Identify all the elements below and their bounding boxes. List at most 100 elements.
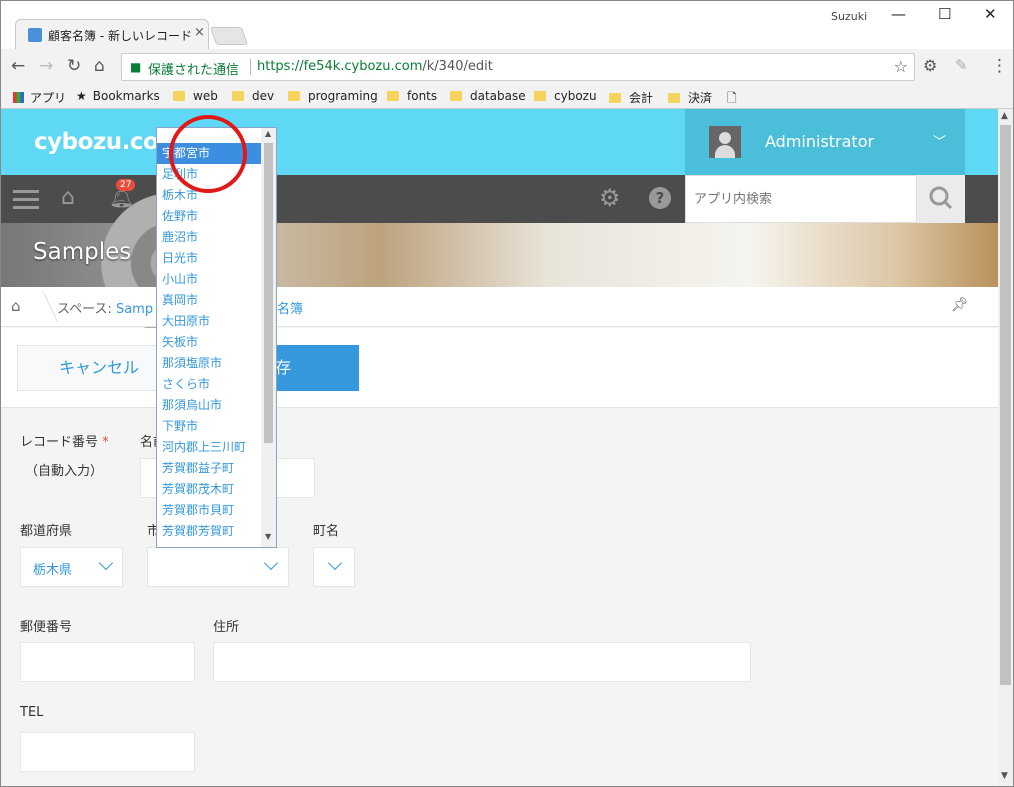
city-option[interactable]: 大田原市 (157, 311, 261, 332)
bookmark-web[interactable]: web (173, 89, 218, 103)
scroll-down-icon[interactable]: ▼ (1001, 771, 1008, 781)
forward-icon[interactable]: → (39, 56, 53, 76)
scrollbar-thumb[interactable] (1000, 125, 1011, 685)
city-option[interactable]: 那須烏山市 (157, 395, 261, 416)
secure-label: 保護された通信 (148, 63, 240, 78)
scroll-up-icon[interactable]: ▲ (1001, 111, 1008, 121)
breadcrumb: ⌂ スペース: Samp 名簿 📌︎ (1, 287, 998, 327)
bookmark-kessai[interactable]: 決済 (668, 89, 712, 106)
bookmark-kaikei[interactable]: 会計 (609, 89, 653, 106)
folder-icon (288, 91, 300, 101)
city-option[interactable]: 矢板市 (157, 332, 261, 353)
gear-icon[interactable]: ⚙ (599, 184, 621, 212)
pin-icon[interactable]: 📌︎ (951, 297, 969, 313)
maximize-icon[interactable]: ☐ (938, 5, 951, 23)
user-name: Administrator (765, 132, 875, 151)
extension-icon[interactable]: ⚙ (923, 56, 937, 75)
menu-dots-icon[interactable]: ⋮ (991, 56, 1008, 76)
scroll-up-icon[interactable]: ▲ (265, 129, 271, 138)
city-select[interactable] (147, 547, 289, 587)
page-icon[interactable]: 🗋 (727, 89, 737, 110)
town-label: 町名 (313, 524, 340, 539)
bookmark-apps[interactable]: アプリ (13, 89, 66, 106)
breadcrumb-space-link[interactable]: Samp (116, 302, 153, 317)
city-option[interactable]: 河内郡上三川町 (157, 437, 261, 458)
user-menu[interactable]: Administrator ﹀ (685, 109, 965, 175)
new-tab-button[interactable] (209, 27, 249, 45)
action-bar: キャンセル 保存 (1, 328, 998, 408)
notification-badge: 27 (116, 179, 136, 191)
home-icon[interactable]: ⌂ (94, 56, 105, 76)
city-option[interactable]: 芳賀郡茂木町 (157, 479, 261, 500)
bookmark-dev[interactable]: dev (232, 89, 274, 103)
tel-field[interactable] (20, 732, 195, 772)
city-option[interactable]: さくら市 (157, 374, 261, 395)
extension2-icon[interactable]: ✎ (955, 56, 968, 74)
close-window-icon[interactable]: ✕ (984, 5, 997, 23)
avatar (709, 126, 741, 158)
kintone-page: cybozu.com Administrator ﹀ ⌂ 🔔︎ 27 ⚙ ? S… (1, 109, 998, 786)
app-favicon-icon (28, 28, 42, 42)
bookmark-cybozu[interactable]: cybozu (534, 89, 597, 103)
prefecture-value: 栃木県 (33, 563, 73, 578)
city-option[interactable]: 真岡市 (157, 290, 261, 311)
help-icon[interactable]: ? (649, 187, 671, 209)
city-option[interactable]: 小山市 (157, 269, 261, 290)
list-scrollbar-thumb[interactable] (264, 143, 273, 443)
app-search-input[interactable] (685, 175, 917, 223)
search-icon (929, 186, 953, 210)
list-scrollbar[interactable]: ▲ ▼ (261, 128, 276, 547)
page-scrollbar[interactable]: ▲ ▼ (998, 109, 1013, 786)
folder-icon (173, 91, 185, 101)
city-option[interactable]: 芳賀郡益子町 (157, 458, 261, 479)
city-option[interactable]: 鹿沼市 (157, 227, 261, 248)
bookmarks-bar: アプリ ★ Bookmarks web dev programing fonts … (1, 85, 1013, 109)
back-icon[interactable]: ← (11, 56, 25, 76)
city-option[interactable]: 佐野市 (157, 206, 261, 227)
chevron-down-icon (98, 555, 114, 571)
tab-title: 顧客名簿 - 新しいレコード (48, 29, 192, 43)
zip-field[interactable] (20, 642, 195, 682)
profile-name[interactable]: Suzuki (831, 10, 867, 23)
zip-label: 郵便番号 (20, 620, 73, 635)
tab-close-icon[interactable]: × (194, 25, 205, 40)
city-option[interactable]: 那須塩原市 (157, 353, 261, 374)
search-button[interactable] (917, 175, 965, 223)
minimize-icon[interactable]: — (891, 5, 906, 23)
bookmark-star-icon[interactable]: ☆ (894, 57, 908, 76)
folder-icon (232, 91, 244, 101)
bookmark-bookmarks[interactable]: ★ Bookmarks (76, 89, 160, 103)
city-option[interactable]: 日光市 (157, 248, 261, 269)
folder-icon (450, 91, 462, 101)
city-option[interactable]: 下野市 (157, 416, 261, 437)
space-banner: Samples (1, 193, 998, 333)
city-option[interactable]: 芳賀郡芳賀町 (157, 521, 261, 542)
banner-title: Samples (33, 239, 132, 265)
folder-icon (668, 93, 680, 103)
browser-window: 顧客名簿 - 新しいレコード × Suzuki — ☐ ✕ ← → ↻ ⌂ ■ … (0, 0, 1014, 787)
browser-toolbar: ← → ↻ ⌂ ■ 保護された通信 https://fe54k.cybozu.c… (1, 49, 1013, 85)
city-option[interactable]: 芳賀郡市貝町 (157, 500, 261, 521)
breadcrumb-home-icon[interactable]: ⌂ (11, 297, 21, 315)
prefecture-label: 都道府県 (20, 524, 73, 539)
address-bar[interactable]: ■ 保護された通信 https://fe54k.cybozu.com/k/340… (121, 53, 915, 81)
breadcrumb-space: スペース: Samp (57, 302, 154, 317)
reload-icon[interactable]: ↻ (67, 56, 81, 76)
bookmark-database[interactable]: database (450, 89, 526, 103)
chevron-down-icon (327, 555, 343, 571)
prefecture-select[interactable]: 栃木県 (20, 547, 123, 587)
star-icon: ★ (76, 89, 87, 103)
lock-icon: ■ (130, 60, 142, 74)
address-field[interactable] (213, 642, 751, 682)
browser-tab[interactable]: 顧客名簿 - 新しいレコード × (15, 19, 209, 49)
town-select[interactable] (313, 547, 355, 587)
home-icon[interactable]: ⌂ (61, 185, 75, 210)
bookmark-fonts[interactable]: fonts (387, 89, 437, 103)
scroll-down-icon[interactable]: ▼ (265, 532, 271, 541)
breadcrumb-app-link[interactable]: 名簿 (277, 298, 303, 317)
record-number-value: （自動入力） (25, 464, 104, 479)
menu-icon[interactable] (13, 190, 39, 210)
bookmark-programing[interactable]: programing (288, 89, 378, 103)
folder-icon (534, 91, 546, 101)
highlight-circle (169, 115, 247, 193)
